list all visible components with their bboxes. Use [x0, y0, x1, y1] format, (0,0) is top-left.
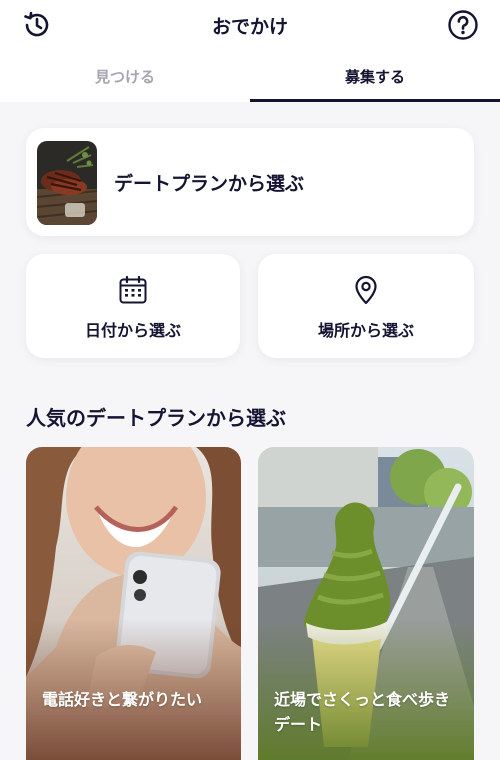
popular-plan-card-matcha[interactable]: 近場でさくっと食べ歩きデート — [258, 447, 474, 760]
popular-plan-label: 電話好きと繋がりたい — [42, 690, 203, 709]
tab-recruit[interactable]: 募集する — [250, 50, 500, 102]
page-title: おでかけ — [211, 16, 288, 38]
tab-find[interactable]: 見つける — [0, 50, 250, 102]
help-icon — [448, 10, 478, 40]
choose-from-date-plan-card[interactable]: デートプランから選ぶ — [26, 128, 474, 236]
woman-smartphone-photo — [26, 447, 241, 760]
plan-card-label: デートプランから選ぶ — [114, 172, 305, 195]
calendar-icon — [119, 275, 147, 304]
popular-plans-title: 人気のデートプランから選ぶ — [26, 406, 286, 430]
choose-by-place-card[interactable]: 場所から選ぶ — [258, 254, 474, 358]
place-card-label: 場所から選ぶ — [317, 321, 414, 340]
help-button[interactable] — [446, 8, 480, 42]
steak-thumbnail — [37, 141, 97, 225]
popular-plan-card-phone[interactable]: 電話好きと繋がりたい — [26, 447, 241, 760]
choose-by-date-card[interactable]: 日付から選ぶ — [26, 254, 240, 358]
date-card-label: 日付から選ぶ — [84, 321, 181, 340]
app-header: おでかけ — [0, 0, 500, 50]
popular-plan-label: 近場でさくっと食べ歩きデート — [274, 690, 451, 734]
location-pin-icon — [355, 275, 377, 305]
tab-bar: 見つける 募集する — [0, 50, 500, 102]
